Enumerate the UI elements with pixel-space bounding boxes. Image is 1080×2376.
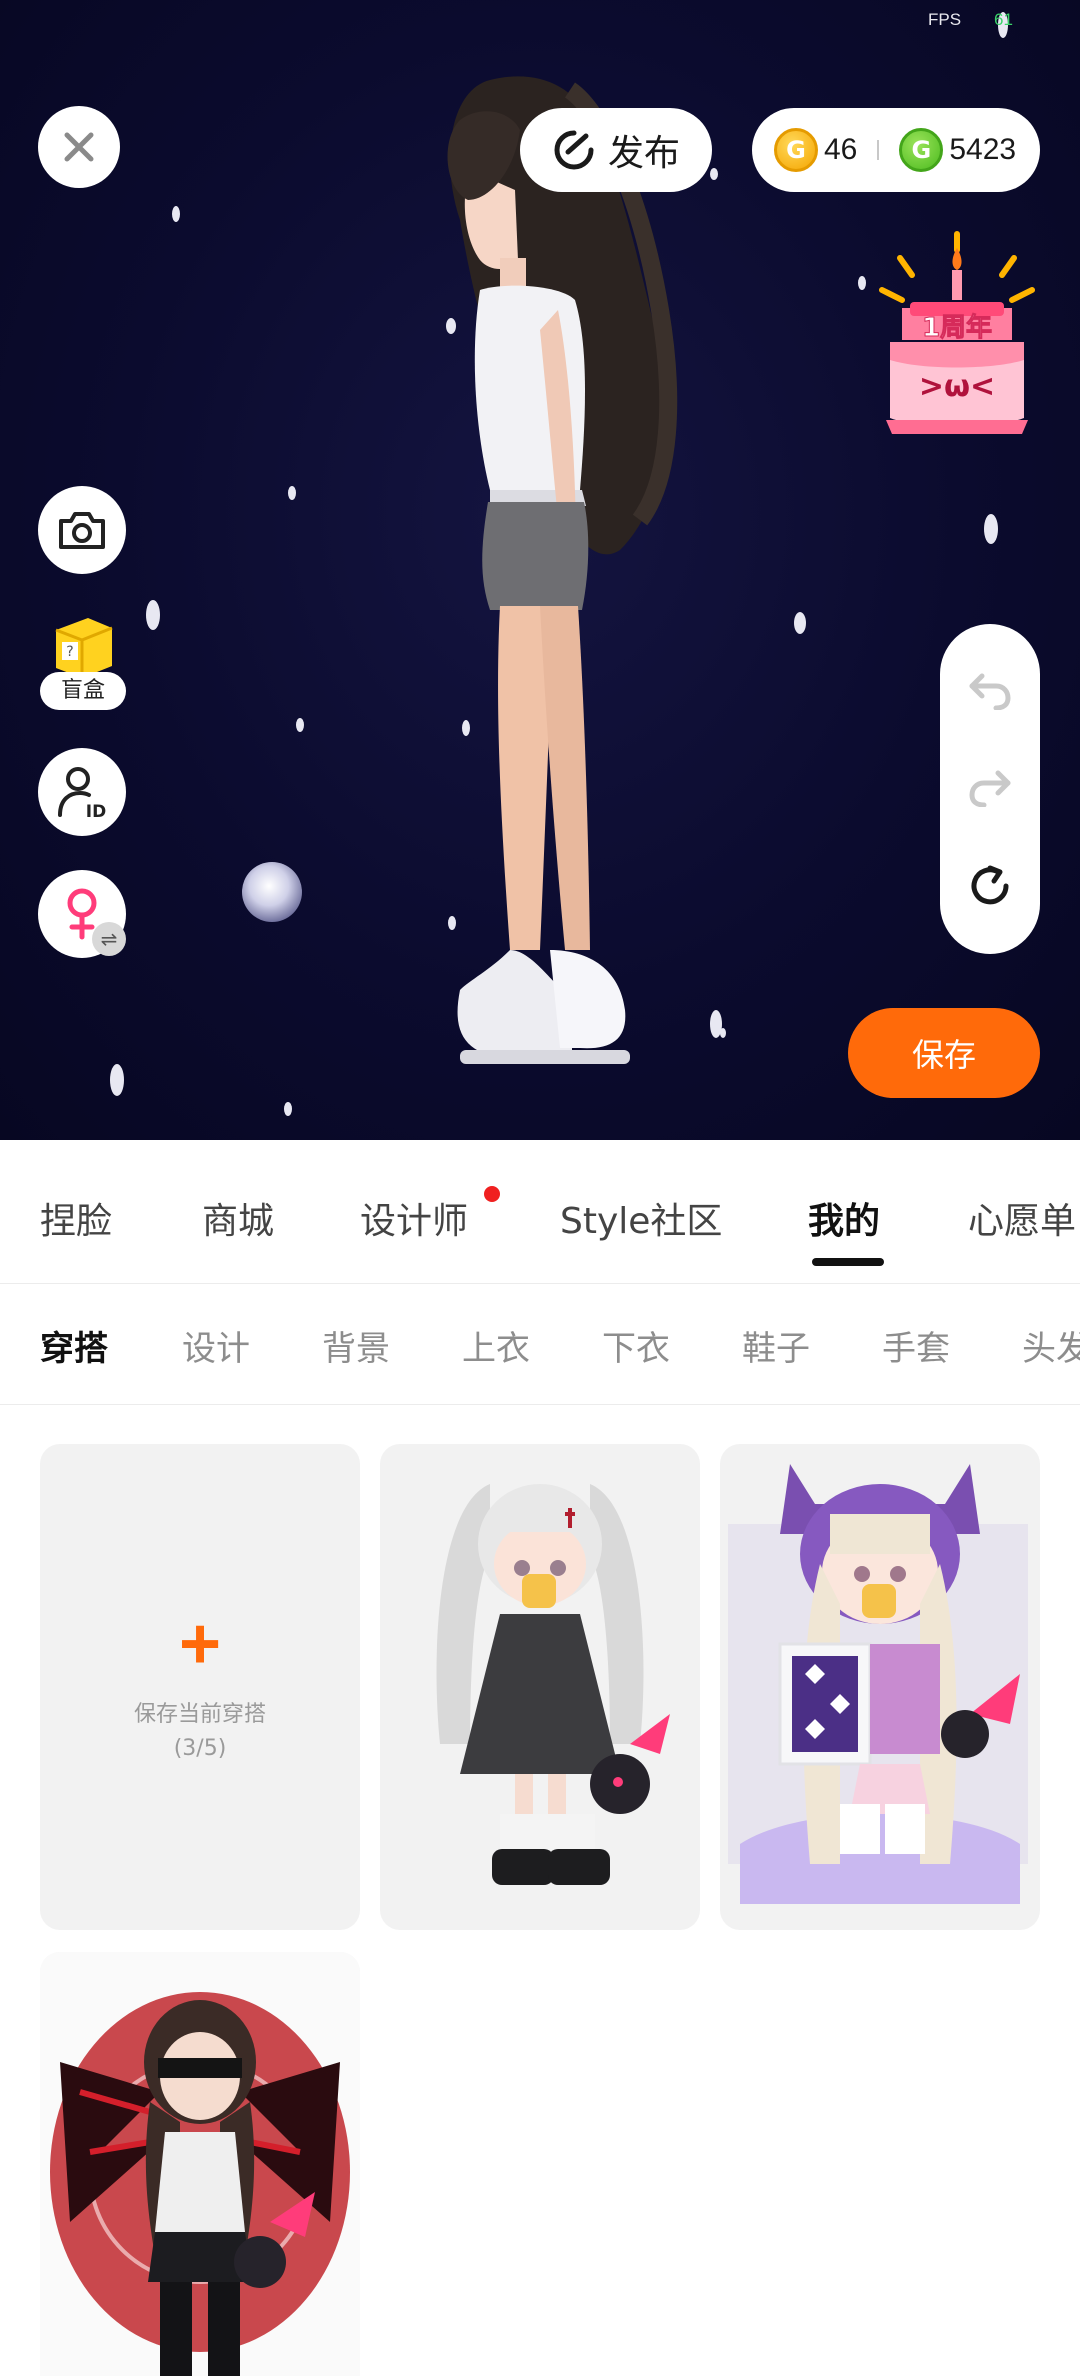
close-icon — [64, 132, 94, 162]
save-current-outfit-card[interactable]: + 保存当前穿搭 (3/5) — [40, 1444, 360, 1930]
subtab-design[interactable]: 设计 — [182, 1321, 250, 1370]
snow-particle — [720, 1028, 726, 1038]
anniversary-face: >ω< — [919, 369, 995, 404]
fps-value: 61 — [994, 10, 1013, 29]
subtab-background[interactable]: 背景 — [322, 1321, 390, 1370]
avatar-character[interactable] — [340, 50, 720, 1090]
subtab-hair[interactable]: 头发 — [1022, 1321, 1080, 1370]
blind-box-label: 盲盒 — [40, 672, 126, 710]
subtab-top[interactable]: 上衣 — [462, 1321, 530, 1370]
active-tab-indicator — [812, 1258, 884, 1266]
save-outfit-label: 保存当前穿搭 — [133, 1701, 266, 1727]
outfit-thumbnail — [436, 1484, 670, 1885]
camera-icon — [59, 512, 105, 549]
currency-display[interactable]: G 46 G 5423 — [752, 108, 1040, 192]
snow-particle — [288, 486, 296, 500]
subtab-shoes[interactable]: 鞋子 — [742, 1321, 810, 1370]
outfit-card[interactable] — [720, 1444, 1040, 1930]
tab-mine[interactable]: 我的 — [808, 1192, 880, 1244]
snow-particle — [172, 206, 180, 222]
green-coin-amount: 5423 — [949, 133, 1017, 166]
subtab-gloves[interactable]: 手套 — [882, 1321, 950, 1370]
outfit-card[interactable] — [380, 1444, 700, 1930]
outfit-card[interactable] — [40, 1952, 360, 2376]
green-coin-icon: G — [899, 128, 944, 172]
snow-particle — [984, 514, 998, 544]
tab-face[interactable]: 捏脸 — [40, 1192, 112, 1244]
camera-button[interactable] — [38, 486, 126, 574]
snow-particle — [146, 600, 160, 630]
anniversary-text: 1周年 — [922, 312, 992, 343]
svg-text:ID: ID — [86, 802, 106, 819]
avatar-id-button[interactable]: ID — [38, 748, 126, 836]
outfit-count: (3/5) — [173, 1735, 227, 1761]
publish-label: 发布 — [607, 133, 680, 174]
blind-box-button[interactable]: ? 盲盒 — [38, 610, 130, 710]
tab-mall[interactable]: 商城 — [202, 1192, 274, 1244]
snow-particle — [858, 276, 866, 290]
fps-label: FPS — [928, 10, 962, 29]
svg-text:?: ? — [66, 644, 73, 660]
close-button[interactable] — [38, 106, 120, 188]
blind-box-icon: ? — [55, 618, 113, 678]
swap-icon[interactable]: ⇌ — [92, 922, 126, 956]
sub-tab-bar: 穿搭 设计 背景 上衣 下衣 鞋子 手套 头发 — [0, 1285, 1080, 1405]
publish-button[interactable]: 发布 — [520, 108, 712, 192]
redo-icon[interactable] — [968, 767, 1012, 807]
anniversary-cake-icon[interactable]: 1周年 >ω< — [872, 230, 1042, 440]
user-id-icon: ID — [58, 767, 106, 819]
outfit-thumbnail — [728, 1464, 1028, 1904]
reset-icon[interactable] — [968, 864, 1012, 908]
snow-particle — [794, 612, 806, 634]
avatar-scene[interactable]: FPS 61 发布 G 46 G 5423 1周年 >ω< ? 盲盒 ID ⇌ … — [0, 0, 1080, 1140]
gold-coin-amount: 46 — [824, 133, 858, 166]
gold-coin-icon: G — [774, 128, 818, 172]
main-tab-bar: 捏脸 商城 设计师 Style社区 我的 心愿单 — [0, 1140, 1080, 1284]
tab-style-community[interactable]: Style社区 — [560, 1192, 722, 1244]
subtab-outfit[interactable]: 穿搭 — [40, 1321, 108, 1370]
plus-icon: + — [178, 1603, 222, 1684]
tab-designer[interactable]: 设计师 — [360, 1192, 468, 1244]
snow-particle — [110, 1064, 124, 1096]
notification-dot — [484, 1186, 500, 1202]
outfit-grid: + 保存当前穿搭 (3/5) — [0, 1406, 1080, 2376]
snow-particle — [296, 718, 304, 732]
light-orb — [242, 862, 302, 922]
outfit-thumbnail — [40, 1952, 360, 2376]
currency-divider — [877, 140, 880, 160]
tab-wishlist[interactable]: 心愿单 — [968, 1192, 1076, 1244]
subtab-bottom[interactable]: 下衣 — [602, 1321, 670, 1370]
history-panel — [940, 624, 1040, 954]
publish-icon — [554, 130, 594, 170]
snow-particle — [284, 1102, 292, 1116]
save-button[interactable]: 保存 — [848, 1008, 1040, 1098]
undo-icon[interactable] — [968, 670, 1012, 711]
